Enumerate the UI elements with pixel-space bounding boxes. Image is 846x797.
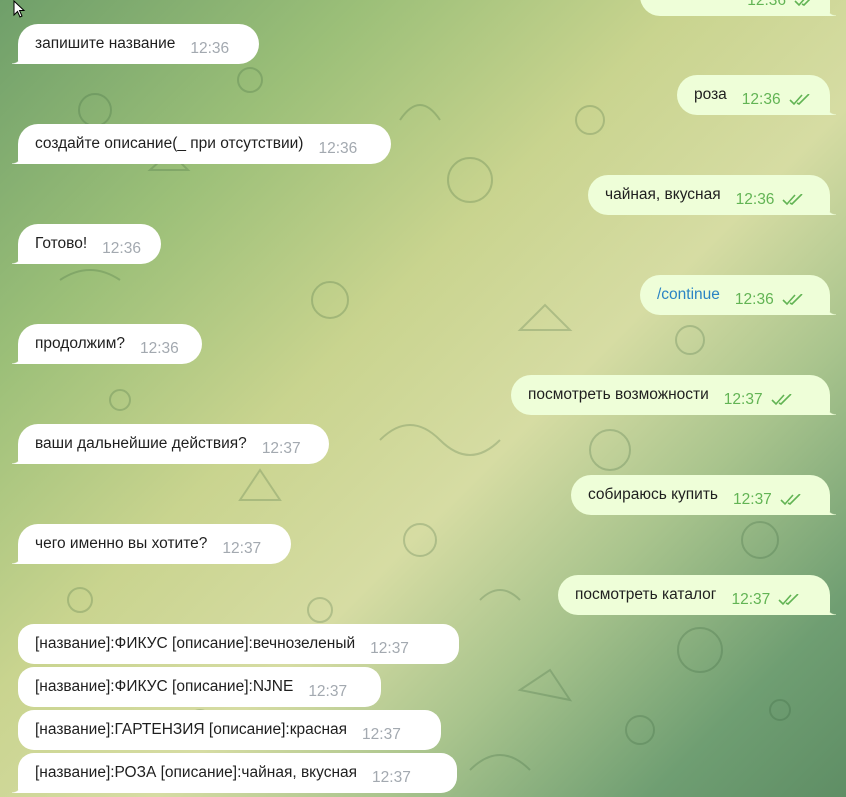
bubble-tail [12, 354, 22, 364]
message-time: 12:37 [308, 683, 348, 700]
bubble-tail [826, 305, 836, 315]
outgoing-message[interactable]: /continue 12:36 [640, 275, 836, 315]
bubble-tail [12, 54, 22, 64]
message-time: 12:36 [741, 91, 781, 108]
incoming-message[interactable]: создайте описание(_ при отсутствии) 12:3… [12, 124, 391, 164]
message-text: чайная, вкусная [605, 186, 721, 203]
bubble-tail [826, 105, 836, 115]
message-text: посмотреть возможности [528, 386, 709, 403]
catalog-item-message[interactable]: [название]:РОЗА [описание]:чайная, вкусн… [12, 753, 457, 793]
bubble-tail [826, 405, 836, 415]
message-text: [название]:ФИКУС [описание]:NJNE [35, 678, 294, 695]
incoming-message[interactable]: чего именно вы хотите? 12:37 [12, 524, 291, 564]
message-text: роза [694, 86, 727, 103]
message-time: 12:37 [370, 640, 409, 657]
message-time: 12:36 [102, 240, 141, 257]
bubble-tail [12, 154, 22, 164]
bubble-tail [12, 783, 22, 793]
message-time: 12:37 [731, 591, 771, 608]
message-time: 12:36 [190, 40, 230, 57]
message-text: собираюсь купить [588, 486, 719, 503]
double-check-icon [789, 94, 810, 106]
message-text: Готово! [35, 235, 88, 252]
bubble-tail [826, 6, 836, 16]
message-text: посмотреть каталог [575, 586, 717, 603]
message-text: создайте описание(_ при отсутствии) [35, 135, 304, 152]
command-link[interactable]: /continue [657, 286, 720, 304]
message-text: [название]:РОЗА [описание]:чайная, вкусн… [35, 764, 358, 781]
incoming-message[interactable]: ваши дальнейшие действия? 12:37 [12, 424, 329, 464]
incoming-message[interactable]: продолжим? 12:36 [12, 324, 202, 364]
bubble-tail [826, 205, 836, 215]
bubble-tail [12, 254, 22, 264]
outgoing-message[interactable]: собираюсь купить 12:37 [571, 475, 836, 515]
message-time: 12:36 [734, 291, 774, 308]
message-time: 12:36 [318, 140, 358, 157]
double-check-icon [780, 494, 801, 506]
bubble-tail [12, 554, 22, 564]
message-time: 12:37 [723, 391, 763, 408]
catalog-item-message[interactable]: [название]:ФИКУС [описание]:NJNE 12:37 [18, 667, 381, 707]
outgoing-message[interactable]: 12:36 [640, 0, 836, 16]
message-time: 12:36 [735, 191, 775, 208]
incoming-message[interactable]: запишите название 12:36 [12, 24, 259, 64]
message-text: продолжим? [35, 335, 125, 352]
message-text: ваши дальнейшие действия? [35, 435, 247, 452]
catalog-item-message[interactable]: [название]:ФИКУС [описание]:вечнозеленый… [18, 624, 459, 664]
outgoing-message[interactable]: роза 12:36 [677, 75, 836, 115]
bubble-tail [826, 605, 836, 615]
message-list[interactable]: запишите название 12:36 создайте описани… [0, 0, 846, 797]
message-time: 12:37 [261, 440, 301, 457]
double-check-icon [782, 294, 803, 306]
outgoing-message[interactable]: посмотреть каталог 12:37 [558, 575, 836, 615]
bubble-tail [826, 505, 836, 515]
double-check-icon [794, 0, 811, 7]
message-time: 12:37 [733, 491, 772, 508]
message-time: 12:37 [362, 726, 401, 743]
catalog-item-message[interactable]: [название]:ГАРТЕНЗИЯ [описание]:красная … [18, 710, 441, 750]
incoming-message[interactable]: Готово! 12:36 [12, 224, 161, 264]
message-text: чего именно вы хотите? [35, 535, 208, 552]
message-time: 12:36 [747, 0, 786, 9]
double-check-icon [771, 394, 792, 406]
double-check-icon [778, 594, 799, 606]
double-check-icon [782, 194, 804, 206]
outgoing-message[interactable]: посмотреть возможности 12:37 [511, 375, 836, 415]
bubble-tail [12, 454, 22, 464]
message-time: 12:36 [139, 340, 179, 357]
outgoing-message[interactable]: чайная, вкусная 12:36 [588, 175, 836, 215]
message-text: [название]:ФИКУС [описание]:вечнозеленый [35, 635, 356, 652]
message-time: 12:37 [222, 540, 262, 557]
message-text: [название]:ГАРТЕНЗИЯ [описание]:красная [35, 721, 348, 738]
message-text: запишите название [35, 35, 176, 52]
message-time: 12:37 [372, 769, 411, 786]
